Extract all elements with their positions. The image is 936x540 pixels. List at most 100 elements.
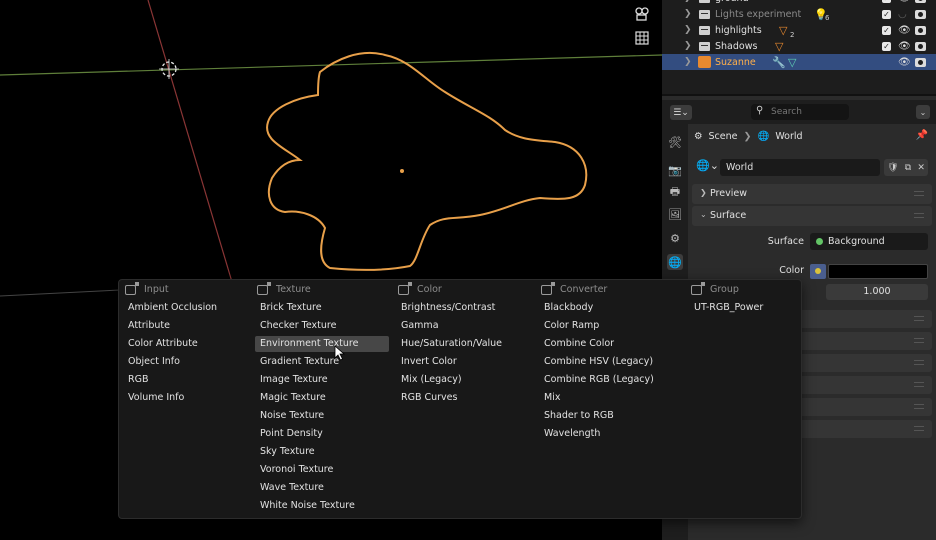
outliner-row-highlights[interactable]: ❯ highlights ▽ 2 ✓ 👁 — [662, 22, 936, 39]
strength-field[interactable]: 1.000 — [826, 284, 928, 300]
menu-item[interactable]: Wave Texture — [255, 480, 324, 496]
menu-item[interactable]: Gradient Texture — [255, 354, 339, 370]
outliner-row-label: Suzanne — [715, 56, 756, 68]
scene-tab-icon[interactable]: ⚙ — [667, 230, 683, 246]
menu-item-hovered[interactable]: Environment Texture — [255, 336, 389, 352]
surface-shader-field[interactable]: Background — [810, 233, 928, 250]
scene-icon: ⚙ — [694, 131, 703, 142]
world-icon: 🌐 — [757, 131, 770, 142]
chevron-right-icon[interactable]: ❯ — [684, 41, 692, 51]
menu-item[interactable]: Noise Texture — [255, 408, 324, 424]
camera-icon[interactable] — [915, 25, 926, 35]
menu-item[interactable]: RGB — [123, 372, 148, 388]
menu-item[interactable]: Mix — [539, 390, 560, 406]
menu-item[interactable]: Ambient Occlusion — [123, 300, 217, 316]
checkbox[interactable]: ✓ — [882, 9, 891, 19]
color-socket-button[interactable] — [810, 264, 826, 279]
drag-grip-icon[interactable] — [914, 382, 924, 387]
menu-item[interactable]: Point Density — [255, 426, 323, 442]
menu-item[interactable]: Image Texture — [255, 372, 328, 388]
menu-item[interactable]: Sky Texture — [255, 444, 315, 460]
chevron-right-icon[interactable]: ❯ — [684, 25, 692, 35]
camera-icon[interactable] — [915, 9, 926, 19]
outliner-row-shadows[interactable]: ❯ Shadows ▽ ✓ 👁 — [662, 38, 936, 54]
fake-user-icon[interactable]: 🛡 — [887, 163, 898, 173]
menu-item[interactable]: Wavelength — [539, 426, 600, 442]
render-tab-icon[interactable]: 📷 — [667, 162, 683, 178]
menu-item[interactable]: Gamma — [396, 318, 439, 334]
menu-item[interactable]: White Noise Texture — [255, 498, 355, 514]
world-browse-icon[interactable]: 🌐⌄ — [696, 159, 719, 172]
drag-grip-icon[interactable] — [914, 338, 924, 343]
close-icon[interactable]: ✕ — [917, 163, 925, 173]
camera-view-icon[interactable] — [632, 4, 652, 24]
world-tab-icon[interactable]: 🌐 — [667, 254, 683, 270]
surface-label: Surface — [767, 236, 804, 247]
menu-item[interactable]: Combine RGB (Legacy) — [539, 372, 654, 388]
checkbox[interactable]: ✓ — [882, 0, 891, 3]
world-name-field[interactable]: World — [720, 159, 880, 176]
preview-panel-header[interactable]: ❯ Preview — [692, 184, 932, 204]
grid-line — [0, 289, 121, 297]
editor-type-dropdown[interactable]: ☰⌄ — [670, 105, 692, 120]
surface-shader-value: Background — [828, 236, 885, 247]
menu-item[interactable]: Object Info — [123, 354, 180, 370]
menu-item[interactable]: Color Ramp — [539, 318, 599, 334]
mesh-object-icon — [698, 56, 711, 68]
output-tab-icon[interactable]: 🖶 — [667, 184, 683, 200]
eye-icon[interactable]: 👁 — [898, 57, 911, 68]
drag-grip-icon[interactable] — [914, 404, 924, 409]
menu-item[interactable]: Brick Texture — [255, 300, 322, 316]
search-input[interactable]: ⚲ Search — [751, 104, 849, 120]
menu-item[interactable]: Hue/Saturation/Value — [396, 336, 502, 352]
menu-item[interactable]: Mix (Legacy) — [396, 372, 462, 388]
surface-panel-header[interactable]: ⌄ Surface — [692, 206, 932, 226]
menu-column-header: Group — [691, 281, 739, 295]
drag-grip-icon[interactable] — [914, 316, 924, 321]
drag-grip-icon[interactable] — [914, 426, 924, 431]
menu-item[interactable]: Shader to RGB — [539, 408, 614, 424]
drag-grip-icon[interactable] — [914, 360, 924, 365]
camera-icon[interactable] — [915, 0, 926, 3]
eye-icon[interactable]: 👁 — [898, 25, 911, 36]
menu-item[interactable]: Combine HSV (Legacy) — [539, 354, 653, 370]
menu-item[interactable]: Magic Texture — [255, 390, 326, 406]
object-origin — [400, 169, 404, 173]
camera-icon[interactable] — [915, 41, 926, 51]
breadcrumb-world: World — [775, 131, 803, 142]
menu-item[interactable]: RGB Curves — [396, 390, 457, 406]
menu-item[interactable]: Checker Texture — [255, 318, 336, 334]
drag-grip-icon[interactable] — [914, 213, 924, 218]
checkbox[interactable]: ✓ — [882, 25, 891, 35]
menu-item[interactable]: Volume Info — [123, 390, 184, 406]
menu-item[interactable]: Attribute — [123, 318, 170, 334]
grid-toggle-icon[interactable] — [632, 28, 652, 48]
options-dropdown[interactable]: ⌄ — [916, 105, 930, 119]
menu-item[interactable]: UT-RGB_Power — [689, 300, 763, 316]
outliner-row-suzanne[interactable]: ❯ Suzanne 🔧 ▽ 👁 — [662, 54, 936, 70]
menu-item[interactable]: Color Attribute — [123, 336, 198, 352]
outliner-row-lights-experiment[interactable]: ❯ Lights experiment 💡 6 ✓ ◡ — [662, 6, 936, 22]
menu-item[interactable]: Voronoi Texture — [255, 462, 333, 478]
duplicate-icon[interactable]: ⧉ — [905, 163, 911, 173]
tool-tab-icon[interactable]: 🛠 — [667, 134, 683, 150]
menu-item[interactable]: Invert Color — [396, 354, 457, 370]
pin-icon[interactable]: 📌 — [916, 130, 928, 141]
properties-header: ☰⌄ ⚲ Search ⌄ — [662, 100, 936, 124]
chevron-right-icon[interactable]: ❯ — [684, 9, 692, 19]
drag-grip-icon[interactable] — [914, 191, 924, 196]
eye-icon[interactable]: 👁 — [898, 41, 911, 52]
menu-item[interactable]: Brightness/Contrast — [396, 300, 495, 316]
panel-title: Surface — [710, 210, 747, 221]
view-layer-tab-icon[interactable]: 🖼 — [667, 206, 683, 222]
menu-item[interactable]: Combine Color — [539, 336, 614, 352]
camera-icon[interactable] — [915, 57, 926, 67]
checkbox[interactable]: ✓ — [882, 41, 891, 51]
chevron-right-icon[interactable]: ❯ — [684, 57, 692, 67]
outliner-row-label: Shadows — [715, 40, 758, 52]
menu-item[interactable]: Blackbody — [539, 300, 593, 316]
color-swatch[interactable] — [828, 264, 928, 279]
chevron-right-icon[interactable]: ❯ — [684, 0, 692, 3]
eye-icon[interactable]: 👁 — [898, 0, 911, 4]
eye-closed-icon[interactable]: ◡ — [898, 9, 907, 20]
